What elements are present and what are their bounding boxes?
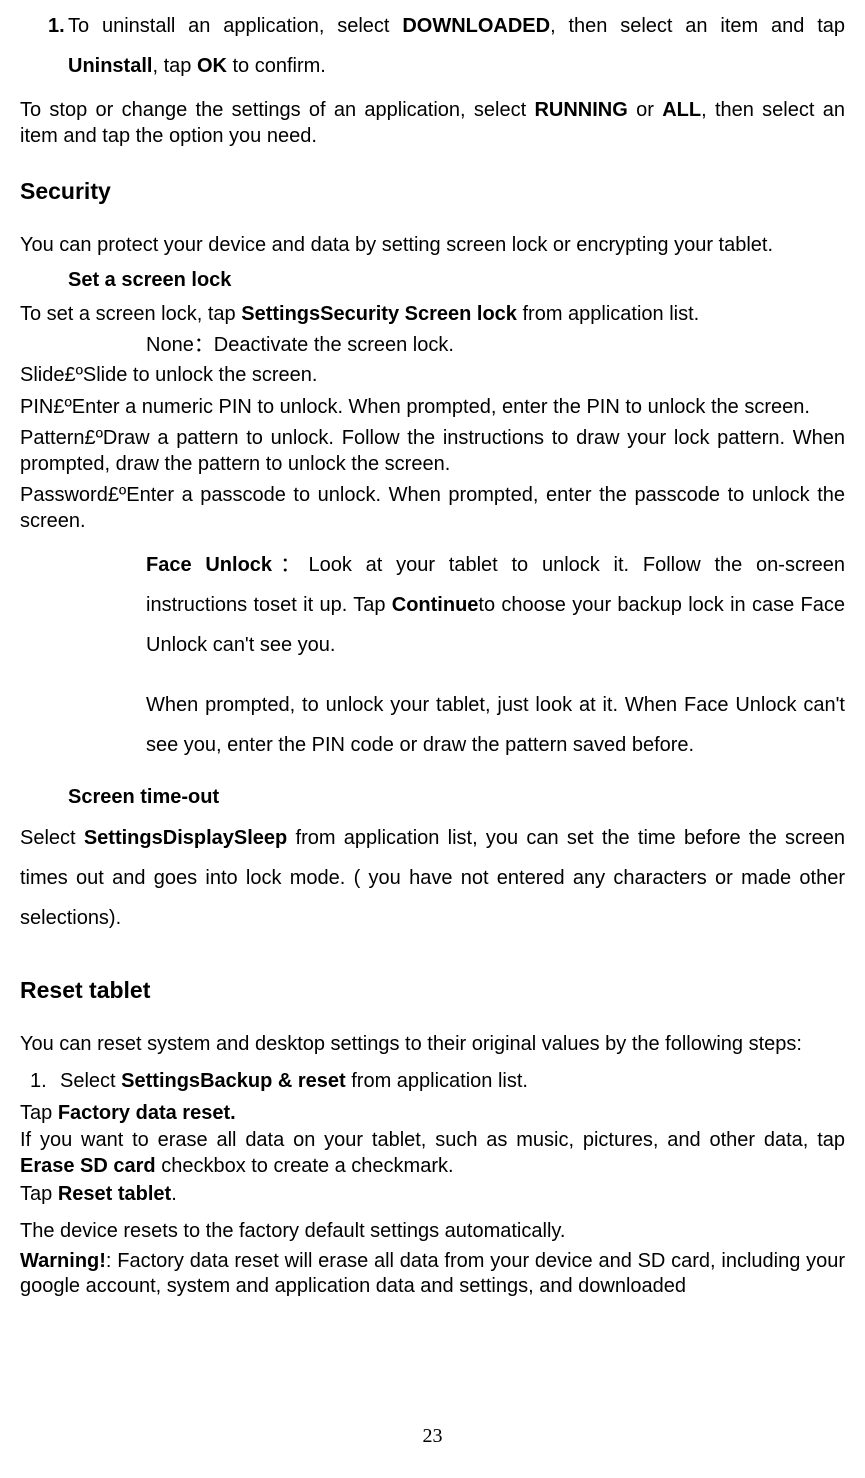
all-label: ALL [662, 99, 701, 121]
security-heading: Security [20, 177, 845, 206]
erase-sd-line: If you want to erase all data on your ta… [20, 1128, 845, 1179]
bullet-marker [20, 785, 68, 811]
password-line: Password£ºEnter a passcode to unlock. Wh… [20, 483, 845, 534]
tap-reset-line: Tap Reset tablet. [20, 1182, 845, 1208]
none-bullet: None：Deactivate the screen lock. [20, 333, 845, 359]
settings-label: Settings [121, 1070, 200, 1092]
ok-label: OK [197, 55, 227, 77]
list-text: Select SettingsBackup & reset from appli… [60, 1069, 845, 1095]
bullet-marker [20, 268, 68, 294]
display-label: Display [163, 827, 234, 849]
uninstall-label: Uninstall [68, 55, 152, 77]
screen-timeout-paragraph: Select SettingsDisplaySleep from applica… [20, 818, 845, 938]
settings-label: Settings [84, 827, 163, 849]
text: to confirm. [227, 55, 326, 77]
text: ： [272, 554, 308, 576]
pin-line: PIN£ºEnter a numeric PIN to unlock. When… [20, 395, 845, 421]
text: To stop or change the settings of an app… [20, 99, 534, 121]
text: To uninstall an application, select [68, 15, 402, 37]
list-text: To uninstall an application, select DOWN… [68, 6, 845, 86]
continue-label: Continue [392, 594, 479, 616]
tap-factory-line: Tap Factory data reset. [20, 1101, 845, 1127]
uninstall-step: 1. To uninstall an application, select D… [20, 6, 845, 86]
reset-tablet-label: Reset tablet [58, 1183, 171, 1205]
set-screen-lock-bullet: Set a screen lock [20, 268, 845, 294]
text: Tap [20, 1183, 58, 1205]
face-unlock-paragraph-2: When prompted, to unlock your tablet, ju… [146, 685, 845, 765]
text: Tap [20, 1102, 58, 1124]
running-label: RUNNING [534, 99, 627, 121]
sleep-label: Sleep [234, 827, 287, 849]
backup-reset-label: Backup & reset [200, 1070, 346, 1092]
security-intro: You can protect your device and data by … [20, 233, 845, 259]
screen-timeout-label: Screen time-out [68, 785, 845, 811]
page: 1. To uninstall an application, select D… [0, 0, 865, 1478]
text: checkbox to create a checkmark. [156, 1155, 454, 1177]
face-unlock-bullet: Face Unlock：Look at your tablet to unloc… [20, 545, 845, 665]
list-number: 1. [20, 6, 68, 86]
text: or [628, 99, 662, 121]
text: Select [60, 1070, 121, 1092]
warning-label: Warning! [20, 1250, 106, 1272]
reset-tablet-heading: Reset tablet [20, 976, 845, 1005]
warning-paragraph: Warning!: Factory data reset will erase … [20, 1249, 845, 1300]
reset-intro: You can reset system and desktop setting… [20, 1032, 845, 1058]
text: Select [20, 827, 84, 849]
text: . [171, 1183, 177, 1205]
text: from application list. [517, 303, 699, 325]
auto-reset-line: The device resets to the factory default… [20, 1219, 845, 1245]
text: , tap [152, 55, 196, 77]
bullet-marker [100, 545, 146, 665]
list-number: 1. [20, 1069, 60, 1095]
reset-step-1: 1. Select SettingsBackup & reset from ap… [20, 1069, 845, 1095]
spacer [20, 545, 100, 665]
security-label: Security [320, 303, 399, 325]
face-unlock-text: Face Unlock：Look at your tablet to unloc… [146, 545, 845, 665]
text: If you want to erase all data on your ta… [20, 1129, 845, 1151]
factory-data-reset-label: Factory data reset. [58, 1102, 236, 1124]
set-screen-lock-label: Set a screen lock [68, 268, 845, 294]
text: : Factory data reset will erase all data… [20, 1250, 845, 1298]
slide-line: Slide£ºSlide to unlock the screen. [20, 363, 845, 389]
screen-timeout-bullet: Screen time-out [20, 785, 845, 811]
screen-lock-label: Screen lock [399, 303, 517, 325]
text: , then select an item and tap [550, 15, 845, 37]
set-screen-lock-sentence: To set a screen lock, tap SettingsSecuri… [20, 302, 845, 328]
settings-label: Settings [241, 303, 320, 325]
stop-change-paragraph: To stop or change the settings of an app… [20, 98, 845, 149]
page-number: 23 [0, 1424, 865, 1450]
text: To set a screen lock, tap [20, 303, 241, 325]
erase-sd-card-label: Erase SD card [20, 1155, 156, 1177]
none-text: None：Deactivate the screen lock. [146, 333, 845, 359]
downloaded-label: DOWNLOADED [402, 15, 550, 37]
spacer [20, 333, 100, 359]
bullet-marker [100, 333, 146, 359]
pattern-line: Pattern£ºDraw a pattern to unlock. Follo… [20, 426, 845, 477]
face-unlock-label: Face Unlock [146, 554, 272, 576]
text: from application list. [346, 1070, 528, 1092]
